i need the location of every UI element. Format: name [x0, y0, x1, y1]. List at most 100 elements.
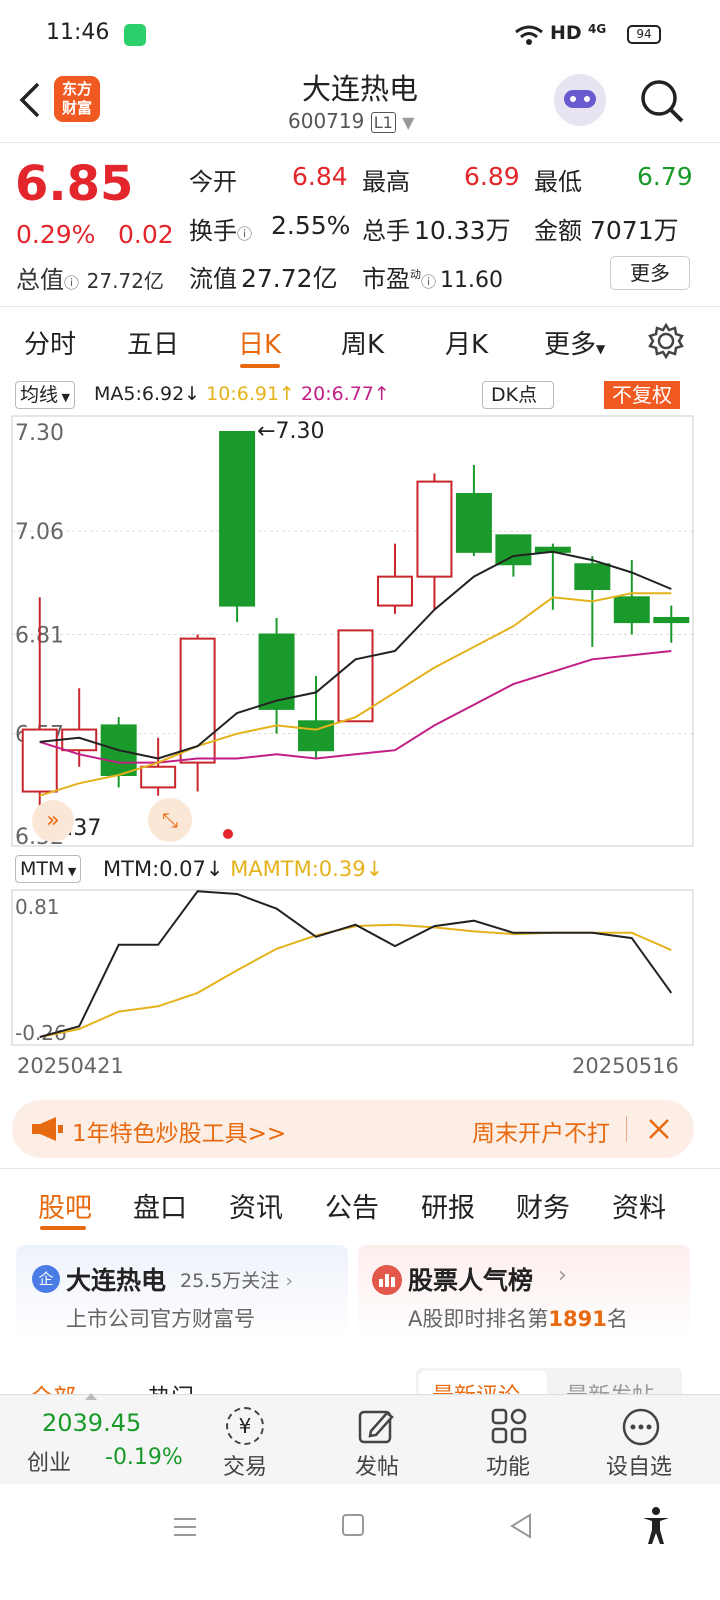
divider — [0, 142, 720, 143]
promo-banner[interactable]: 1年特色炒股工具>> 周末开户不打 — [12, 1100, 694, 1158]
event-dot[interactable] — [223, 829, 233, 839]
candle-body — [455, 492, 492, 553]
tab-five-day[interactable]: 五日 — [127, 324, 179, 361]
tab-intraday[interactable]: 分时 — [24, 324, 76, 361]
mtm-line — [39, 890, 673, 1038]
tab-weekly-k[interactable]: 周K — [341, 324, 384, 361]
dk-point-button[interactable]: DK点 — [482, 381, 555, 409]
candle-body — [653, 616, 690, 624]
pe-ratio: 市盈动ⓘ 11.60 — [362, 259, 503, 294]
index-name[interactable]: 创业 — [27, 1445, 71, 1477]
ma5-value: MA5:6.92↓ — [94, 383, 201, 405]
promo-left-text[interactable]: 1年特色炒股工具>> — [72, 1114, 286, 1148]
battery-icon: 94 — [627, 25, 661, 44]
trade-icon[interactable]: ¥ — [226, 1407, 264, 1445]
official-title: 大连热电 — [66, 1266, 167, 1295]
volume: 总手 10.33万 — [362, 211, 511, 247]
filter-all[interactable]: 全部 — [30, 1378, 76, 1394]
candle-body — [179, 637, 216, 764]
nav-functions[interactable]: 功能 — [486, 1449, 530, 1481]
low-value: 6.79 — [637, 162, 693, 191]
tab-orderbook[interactable]: 盘口 — [133, 1186, 187, 1225]
tab-announcements[interactable]: 公告 — [325, 1186, 379, 1225]
indicator-select[interactable]: MTM ▼ — [15, 855, 82, 883]
accessibility-icon[interactable] — [640, 1506, 672, 1546]
end-date: 20250516 — [572, 1054, 679, 1078]
market-cap: 总值ⓘ 27.72亿 — [16, 260, 164, 295]
float-cap-value: 27.72亿 — [241, 264, 338, 293]
more-dots-icon[interactable] — [621, 1407, 661, 1447]
official-subtitle: 上市公司官方财富号 — [66, 1307, 255, 1331]
tab-monthly-k[interactable]: 月K — [445, 324, 488, 361]
fullscreen-icon[interactable]: ⤡ — [148, 798, 192, 842]
rank-suffix: 名 — [606, 1307, 628, 1331]
mamtm-line — [39, 923, 672, 1038]
home-icon[interactable] — [342, 1514, 364, 1536]
kline-chart[interactable]: 7.307.066.816.576.32←7.30←6.37 — [0, 412, 720, 852]
megaphone-icon — [32, 1117, 63, 1141]
assistant-avatar[interactable] — [554, 74, 606, 126]
turnover-label: 换手 — [189, 217, 237, 245]
popularity-card[interactable]: 股票人气榜 › A股即时排名第1891名 — [358, 1245, 690, 1341]
chevron-right-icon: › — [558, 1263, 567, 1288]
signal-label: 4G — [588, 22, 607, 36]
indicator-select-label: MTM — [20, 858, 65, 880]
candle-body — [613, 596, 650, 624]
tab-profile[interactable]: 资料 — [612, 1186, 666, 1225]
pe-label: 市盈 — [362, 265, 410, 293]
candle-body — [140, 765, 177, 789]
nav-trade[interactable]: 交易 — [223, 1449, 267, 1481]
back-nav-icon[interactable] — [508, 1512, 534, 1540]
open-label: 今开 — [189, 168, 237, 196]
high-label: 最高 — [362, 168, 410, 196]
more-button[interactable]: 更多 — [610, 256, 690, 290]
stock-code[interactable]: 600719 L1 ▼ — [288, 109, 414, 133]
tab-research[interactable]: 研报 — [421, 1186, 475, 1225]
candle-body — [337, 629, 374, 723]
tab-more[interactable]: 更多▼ — [544, 324, 605, 361]
tab-news[interactable]: 资讯 — [229, 1186, 283, 1225]
index-value[interactable]: 2039.45 — [42, 1409, 141, 1437]
tab-daily-k[interactable]: 日K — [238, 324, 281, 361]
tab-forum[interactable]: 股吧 — [38, 1186, 92, 1225]
ma-values: MA5:6.92↓ 10:6.91↑ 20:6.77↑ — [94, 383, 390, 405]
high-value: 6.89 — [464, 162, 520, 191]
level-badge: L1 — [370, 112, 396, 133]
change-percent: 0.29% — [16, 220, 96, 249]
official-account-card[interactable]: 企 大连热电 25.5万关注 › 上市公司官方财富号 — [16, 1245, 348, 1341]
candle-body — [219, 431, 256, 607]
market-cap-label: 总值 — [16, 266, 64, 294]
wifi-icon — [515, 25, 543, 45]
ma-select[interactable]: 均线 ▼ — [15, 381, 75, 409]
mtm-chart[interactable]: 0.81-0.26 — [0, 888, 720, 1048]
sort-latest-post[interactable]: 最新发帖 — [566, 1378, 654, 1394]
high-marker-label: ←7.30 — [257, 419, 324, 444]
battery-level: 94 — [636, 27, 652, 41]
tab-financials[interactable]: 财务 — [516, 1186, 570, 1225]
expand-left-icon[interactable]: » — [32, 800, 74, 842]
open-value: 6.84 — [292, 162, 348, 191]
nav-add-watchlist[interactable]: 设自选 — [606, 1449, 672, 1481]
settings-gear-icon[interactable] — [647, 322, 685, 360]
nav-post[interactable]: 发帖 — [355, 1449, 399, 1481]
ma20-value: 20:6.77↑ — [301, 383, 390, 405]
ma-select-label: 均线 — [20, 384, 59, 406]
search-icon[interactable] — [638, 77, 686, 125]
network-label: HD — [550, 22, 582, 44]
no-restore-button[interactable]: 不复权 — [604, 381, 680, 409]
menu-icon[interactable] — [172, 1514, 198, 1540]
promo-right-text[interactable]: 周末开户不打 — [472, 1114, 622, 1148]
volume-value: 10.33万 — [414, 216, 511, 245]
pe-sup: 动 — [410, 268, 421, 281]
grid-functions-icon[interactable] — [490, 1407, 528, 1445]
index-change[interactable]: -0.19% — [105, 1445, 183, 1470]
enterprise-badge: 企 — [32, 1265, 60, 1293]
compose-icon[interactable] — [357, 1407, 397, 1447]
sort-latest-comment[interactable]: 最新评论 — [432, 1378, 520, 1394]
filter-hot[interactable]: 热门 — [148, 1378, 194, 1394]
popularity-subtitle: A股即时排名第1891名 — [408, 1303, 628, 1333]
float-cap-label: 流值 — [189, 265, 237, 293]
candle-body — [21, 728, 58, 793]
divider — [626, 1116, 627, 1142]
close-icon[interactable] — [648, 1118, 670, 1140]
